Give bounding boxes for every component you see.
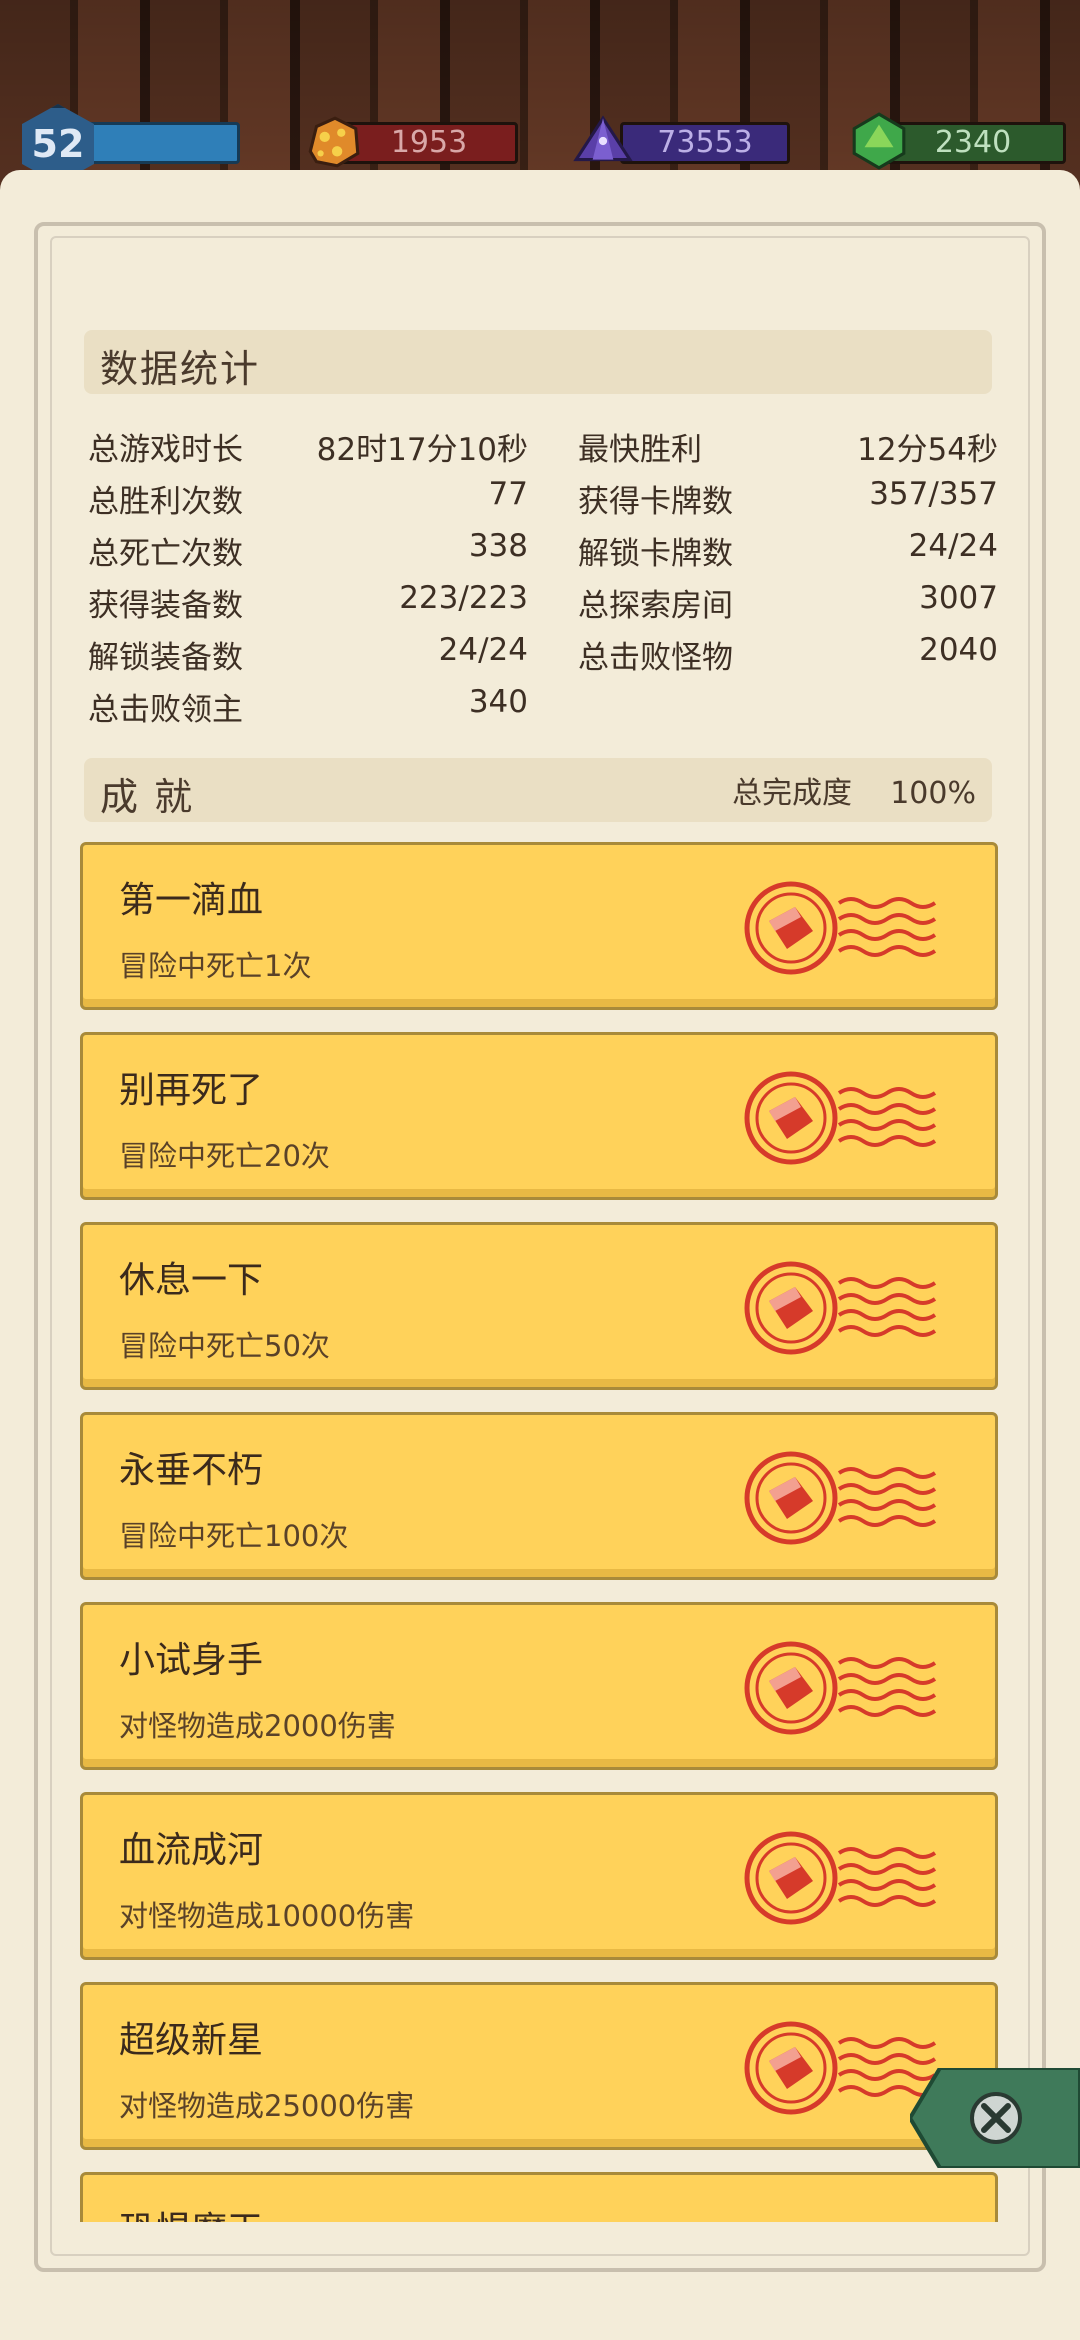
achievement-desc: 冒险中死亡50次 bbox=[119, 1329, 330, 1363]
achievement-list[interactable]: 第一滴血 冒险中死亡1次 别再死了 冒险中死亡20次 休息一下 冒险中死亡50次… bbox=[80, 842, 1000, 2222]
completion-value: 100% bbox=[890, 776, 976, 811]
achievement-card[interactable]: 第一滴血 冒险中死亡1次 bbox=[80, 842, 998, 1010]
stat-value: 24/24 bbox=[908, 528, 998, 564]
level-value: 52 bbox=[31, 122, 85, 166]
achievement-desc: 对怪物造成10000伤害 bbox=[119, 1899, 415, 1933]
close-button[interactable] bbox=[910, 2068, 1080, 2168]
achievement-card[interactable]: 超级新星 对怪物造成25000伤害 bbox=[80, 1982, 998, 2150]
achievement-card[interactable]: 永垂不朽 冒险中死亡100次 bbox=[80, 1412, 998, 1580]
stat-value: 2040 bbox=[919, 632, 998, 668]
stat-rooms-explored: 总探索房间 3007 bbox=[578, 580, 998, 624]
stat-label: 总死亡次数 bbox=[88, 536, 243, 572]
crystal-value: 73553 bbox=[657, 125, 753, 160]
stats-title: 数据统计 bbox=[100, 347, 261, 391]
stat-total-wins: 总胜利次数 77 bbox=[88, 476, 528, 520]
stat-label: 最快胜利 bbox=[578, 432, 702, 468]
achievement-desc: 对怪物造成2000伤害 bbox=[119, 1709, 396, 1743]
achievement-name: 第一滴血 bbox=[119, 880, 264, 921]
achievement-card[interactable]: 别再死了 冒险中死亡20次 bbox=[80, 1032, 998, 1200]
completion-summary: 总完成度 100% bbox=[732, 768, 976, 812]
achievement-desc: 冒险中死亡100次 bbox=[119, 1519, 349, 1553]
stat-fastest-win: 最快胜利 12分54秒 bbox=[578, 424, 998, 468]
stat-label: 总游戏时长 bbox=[88, 432, 243, 468]
stat-bosses-defeated: 总击败领主 340 bbox=[88, 684, 528, 728]
stat-value: 77 bbox=[488, 476, 528, 512]
achievement-name: 休息一下 bbox=[119, 1260, 264, 1301]
stat-total-deaths: 总死亡次数 338 bbox=[88, 528, 528, 572]
achievement-card[interactable]: 恐惧魔王 bbox=[80, 2172, 998, 2222]
achievement-name: 超级新星 bbox=[119, 2020, 264, 2061]
green-gem-icon bbox=[852, 112, 906, 170]
stat-value: 340 bbox=[468, 684, 528, 720]
stat-gear-obtained: 获得装备数 223/223 bbox=[88, 580, 528, 624]
stat-gear-unlocked: 解锁装备数 24/24 bbox=[88, 632, 528, 676]
stat-label: 总探索房间 bbox=[578, 588, 733, 624]
stat-label: 总击败领主 bbox=[88, 692, 243, 728]
postmark-stamp-icon bbox=[739, 1443, 939, 1553]
postmark-stamp-icon bbox=[739, 873, 939, 983]
gem-value: 2340 bbox=[934, 125, 1012, 160]
gold-ore-icon bbox=[308, 116, 360, 168]
achievement-name: 小试身手 bbox=[119, 1640, 264, 1681]
stat-value: 338 bbox=[468, 528, 528, 564]
achievement-card[interactable]: 血流成河 对怪物造成10000伤害 bbox=[80, 1792, 998, 1960]
achievement-desc: 冒险中死亡20次 bbox=[119, 1139, 330, 1173]
stat-label: 获得装备数 bbox=[88, 588, 243, 624]
achievements-title: 成 就 bbox=[100, 775, 195, 819]
stat-value: 82时17分10秒 bbox=[316, 432, 528, 468]
stat-value: 12分54秒 bbox=[857, 432, 998, 468]
achievement-desc: 冒险中死亡1次 bbox=[119, 949, 312, 983]
stat-value: 3007 bbox=[919, 580, 998, 616]
completion-label: 总完成度 bbox=[732, 776, 853, 811]
stat-label: 解锁卡牌数 bbox=[578, 536, 733, 572]
stat-label: 获得卡牌数 bbox=[578, 484, 733, 520]
postmark-stamp-icon bbox=[739, 1633, 939, 1743]
stat-label: 总击败怪物 bbox=[578, 640, 733, 676]
achievement-card[interactable]: 休息一下 冒险中死亡50次 bbox=[80, 1222, 998, 1390]
stat-cards-obtained: 获得卡牌数 357/357 bbox=[578, 476, 998, 520]
postmark-stamp-icon bbox=[739, 1823, 939, 1933]
crystal-counter: 73553 bbox=[620, 122, 790, 164]
postmark-stamp-icon bbox=[739, 1063, 939, 1173]
stat-value: 24/24 bbox=[438, 632, 528, 668]
gold-value: 1953 bbox=[390, 125, 468, 160]
achievement-name: 恐惧魔王 bbox=[119, 2201, 263, 2222]
achievement-desc: 对怪物造成25000伤害 bbox=[119, 2089, 415, 2123]
stat-monsters-defeated: 总击败怪物 2040 bbox=[578, 632, 998, 676]
stat-label: 解锁装备数 bbox=[88, 640, 243, 676]
achievement-name: 血流成河 bbox=[119, 1830, 264, 1871]
stat-label: 总胜利次数 bbox=[88, 484, 243, 520]
stat-cards-unlocked: 解锁卡牌数 24/24 bbox=[578, 528, 998, 572]
gold-counter: 1953 bbox=[340, 122, 518, 164]
postmark-stamp-icon bbox=[739, 2013, 939, 2123]
achievement-name: 永垂不朽 bbox=[119, 1450, 264, 1491]
achievement-name: 别再死了 bbox=[119, 1070, 264, 1111]
stat-total-playtime: 总游戏时长 82时17分10秒 bbox=[88, 424, 528, 468]
achievement-card[interactable]: 小试身手 对怪物造成2000伤害 bbox=[80, 1602, 998, 1770]
stat-value: 357/357 bbox=[869, 476, 998, 512]
purple-crystal-icon bbox=[573, 115, 633, 162]
postmark-stamp-icon bbox=[739, 1253, 939, 1363]
stat-value: 223/223 bbox=[399, 580, 528, 616]
